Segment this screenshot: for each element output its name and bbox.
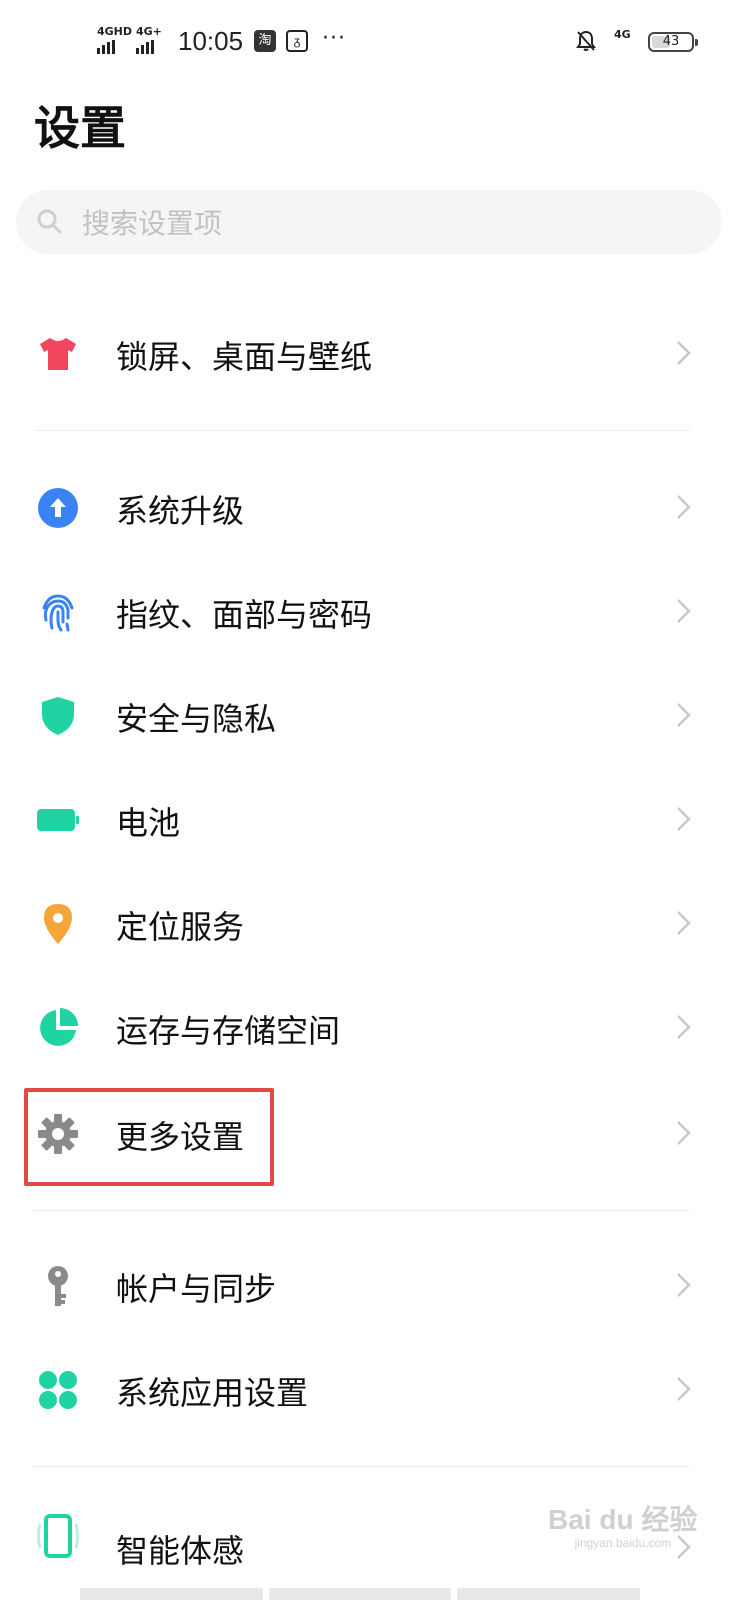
menu-item-system-app-settings[interactable]: 系统应用设置 <box>0 1338 738 1442</box>
menu-item-battery[interactable]: 电池 <box>0 768 738 872</box>
menu-item-label: 安全与隐私 <box>116 700 277 738</box>
menu-item-label: 锁屏、桌面与壁纸 <box>116 338 373 376</box>
chevron-right-icon <box>677 1273 691 1297</box>
chevron-right-icon <box>677 1015 691 1039</box>
location-pin-icon <box>44 904 72 944</box>
menu-item-label: 帐户与同步 <box>116 1270 277 1308</box>
menu-item-security-privacy[interactable]: 安全与隐私 <box>0 664 738 768</box>
menu-item-accounts-sync[interactable]: 帐户与同步 <box>0 1234 738 1338</box>
apps-grid-icon <box>39 1371 77 1409</box>
chevron-right-icon <box>677 1121 691 1145</box>
battery-icon: 43 <box>648 32 698 52</box>
chevron-right-icon <box>677 703 691 727</box>
menu-item-fingerprint-face-password[interactable]: 指纹、面部与密码 <box>0 560 738 664</box>
section-divider <box>34 430 690 431</box>
sim1-signal-icon <box>97 40 115 54</box>
notification-icon: ᵹ <box>286 30 308 52</box>
section-divider <box>34 1466 690 1467</box>
taobao-icon: 淘 <box>254 30 276 52</box>
menu-item-label: 系统应用设置 <box>116 1374 309 1412</box>
phone-motion-icon <box>37 1514 79 1558</box>
sim2-network-label: 4G+ <box>136 25 162 38</box>
page-title: 设置 <box>34 101 126 155</box>
chevron-right-icon <box>677 807 691 831</box>
menu-item-label: 定位服务 <box>116 908 245 946</box>
battery-level: 43 <box>662 34 680 49</box>
menu-item-lockscreen-wallpaper[interactable]: 锁屏、桌面与壁纸 <box>0 302 738 406</box>
menu-item-label: 智能体感 <box>116 1532 245 1570</box>
chevron-right-icon <box>677 341 691 365</box>
sim1-network-label: 4GHD <box>97 25 133 38</box>
battery-icon <box>37 809 79 831</box>
data-network-label: 4G <box>614 28 631 41</box>
shield-icon <box>42 697 74 735</box>
pie-chart-icon <box>40 1008 78 1046</box>
menu-item-system-upgrade[interactable]: 系统升级 <box>0 456 738 560</box>
status-bar: 4GHD 4G+ 10:05 淘 ᵹ ··· 4G 43 <box>0 0 738 80</box>
menu-item-label: 系统升级 <box>116 492 245 530</box>
tshirt-icon <box>40 338 76 370</box>
chevron-right-icon <box>677 1377 691 1401</box>
more-notifications-icon: ··· <box>322 26 346 51</box>
menu-item-location-services[interactable]: 定位服务 <box>0 872 738 976</box>
menu-item-memory-storage[interactable]: 运存与存储空间 <box>0 976 738 1080</box>
fingerprint-icon <box>42 594 74 632</box>
highlight-box <box>24 1088 274 1186</box>
sim2-signal-icon <box>136 40 154 54</box>
search-icon <box>37 209 62 234</box>
chevron-right-icon <box>677 495 691 519</box>
menu-item-label: 运存与存储空间 <box>116 1012 341 1050</box>
menu-item-label: 指纹、面部与密码 <box>116 596 373 634</box>
baidu-watermark: Bai du 经验 jingyan.baidu.com <box>548 1504 698 1550</box>
search-input[interactable] <box>80 190 684 256</box>
section-divider <box>34 1210 690 1211</box>
key-icon <box>48 1266 68 1306</box>
menu-item-label: 电池 <box>116 804 181 842</box>
search-bar[interactable] <box>16 190 722 256</box>
bell-muted-icon <box>576 30 596 51</box>
bottom-scroll-indicator <box>80 1588 641 1600</box>
chevron-right-icon <box>677 599 691 623</box>
status-time: 10:05 <box>178 26 244 56</box>
chevron-right-icon <box>677 911 691 935</box>
upgrade-arrow-icon <box>38 488 78 528</box>
